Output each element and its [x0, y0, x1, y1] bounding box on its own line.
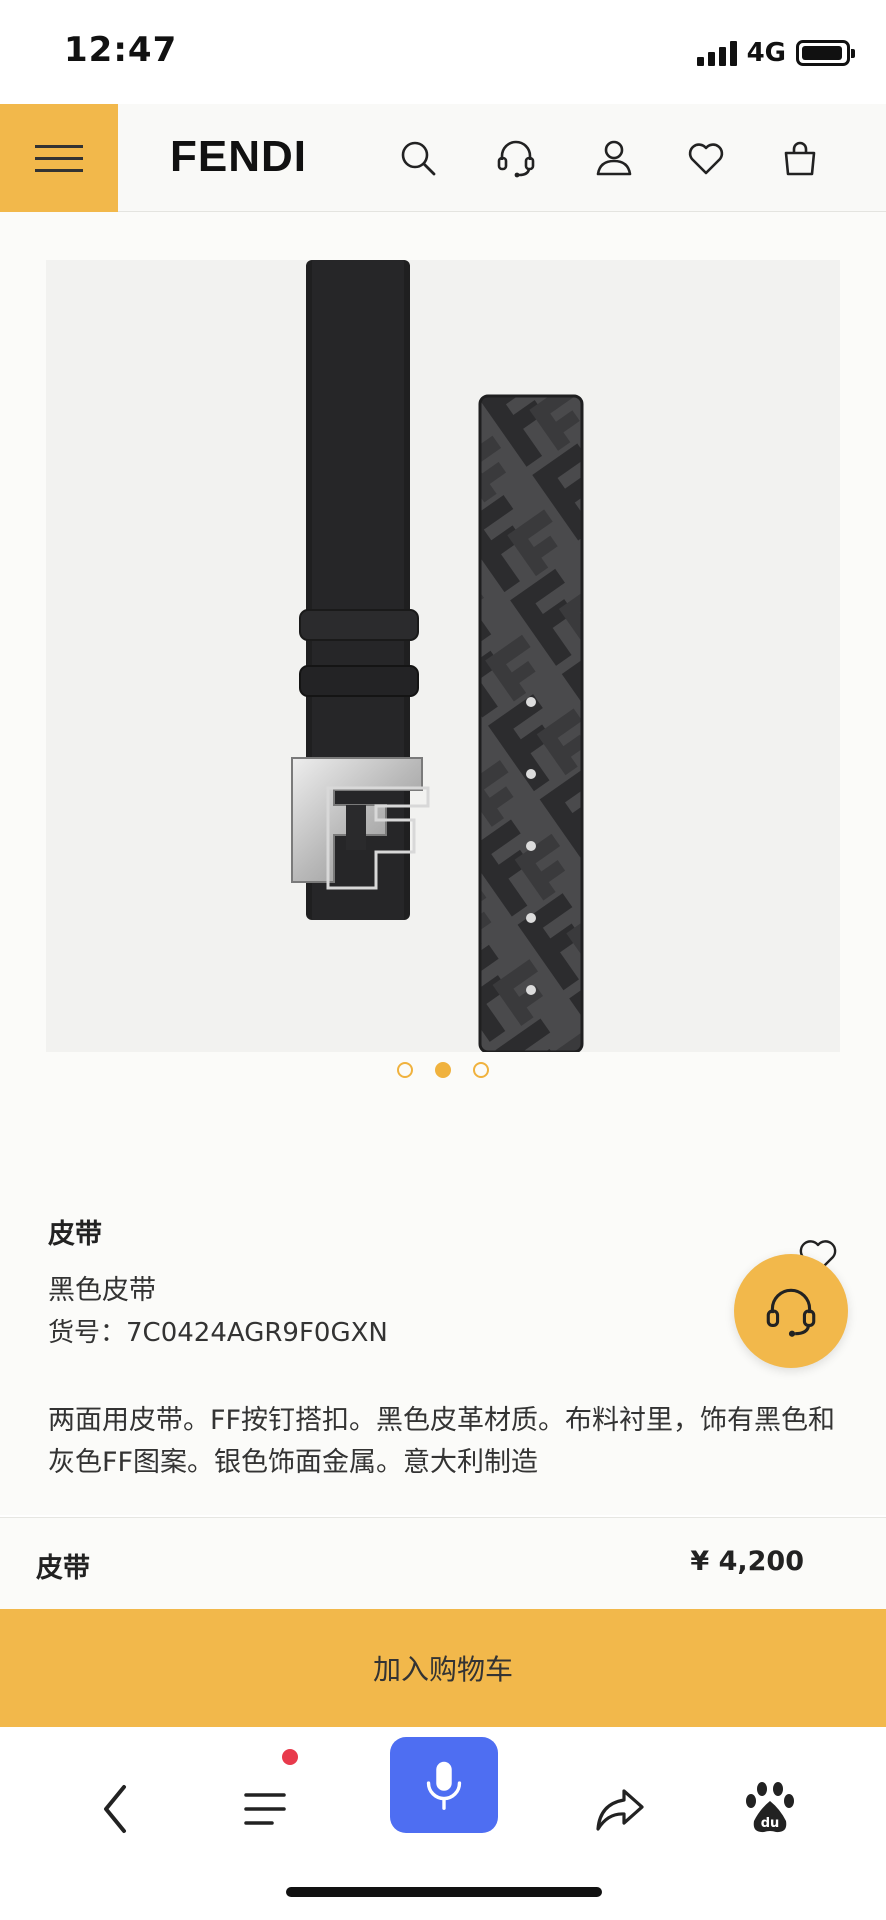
price-value: ¥ 4,200	[690, 1546, 804, 1577]
product-sku: 货号：7C0424AGR9F0GXN	[48, 1318, 388, 1348]
share-icon[interactable]	[590, 1779, 650, 1839]
carousel-dot[interactable]	[397, 1062, 413, 1078]
battery-icon	[796, 40, 855, 66]
status-time: 12:47	[64, 30, 178, 70]
price-label: 皮带	[36, 1553, 90, 1584]
carousel-dot[interactable]	[473, 1062, 489, 1078]
price-bar: 皮带 ¥ 4,200	[0, 1517, 886, 1609]
home-indicator	[286, 1887, 602, 1897]
status-indicators: 4G	[696, 38, 855, 68]
product-description: 两面用皮带。FF按钉搭扣。黑色皮革材质。布料衬里，饰有黑色和灰色FF图案。银色饰…	[48, 1405, 836, 1478]
site-header: FENDI	[0, 104, 886, 212]
notification-dot	[282, 1749, 298, 1765]
network-type: 4G	[746, 38, 786, 68]
belt-illustration	[291, 260, 584, 1052]
search-icon[interactable]	[394, 134, 442, 182]
account-icon[interactable]	[590, 134, 638, 182]
microphone-icon	[426, 1761, 462, 1810]
status-bar: 12:47 4G	[0, 0, 886, 104]
product-title: 皮带	[48, 1219, 102, 1250]
back-icon[interactable]	[86, 1779, 146, 1839]
signal-icon	[696, 40, 737, 66]
menu-list-icon[interactable]	[236, 1779, 296, 1839]
baidu-icon[interactable]: du	[740, 1779, 800, 1839]
headset-icon	[766, 1288, 816, 1337]
voice-search-button[interactable]	[390, 1737, 498, 1833]
svg-text:du: du	[761, 1816, 780, 1831]
wishlist-icon[interactable]	[682, 134, 730, 182]
carousel-indicator	[0, 1062, 886, 1078]
support-chat-button[interactable]	[734, 1254, 848, 1368]
carousel-dot-active[interactable]	[435, 1062, 451, 1078]
product-image[interactable]	[46, 260, 840, 1052]
brand-logo[interactable]: FENDI	[170, 132, 307, 182]
add-to-cart-button[interactable]: 加入购物车	[0, 1609, 886, 1727]
menu-button[interactable]	[0, 104, 118, 212]
menu-icon	[35, 144, 83, 148]
product-page: 皮带 黑色皮带 货号：7C0424AGR9F0GXN 两面用皮带。FF按钉搭扣。…	[0, 212, 886, 1727]
shopping-bag-icon[interactable]	[776, 134, 824, 182]
product-subtitle: 黑色皮带	[48, 1275, 156, 1306]
customer-service-icon[interactable]	[492, 134, 540, 182]
browser-bottom-bar: du	[0, 1727, 886, 1920]
